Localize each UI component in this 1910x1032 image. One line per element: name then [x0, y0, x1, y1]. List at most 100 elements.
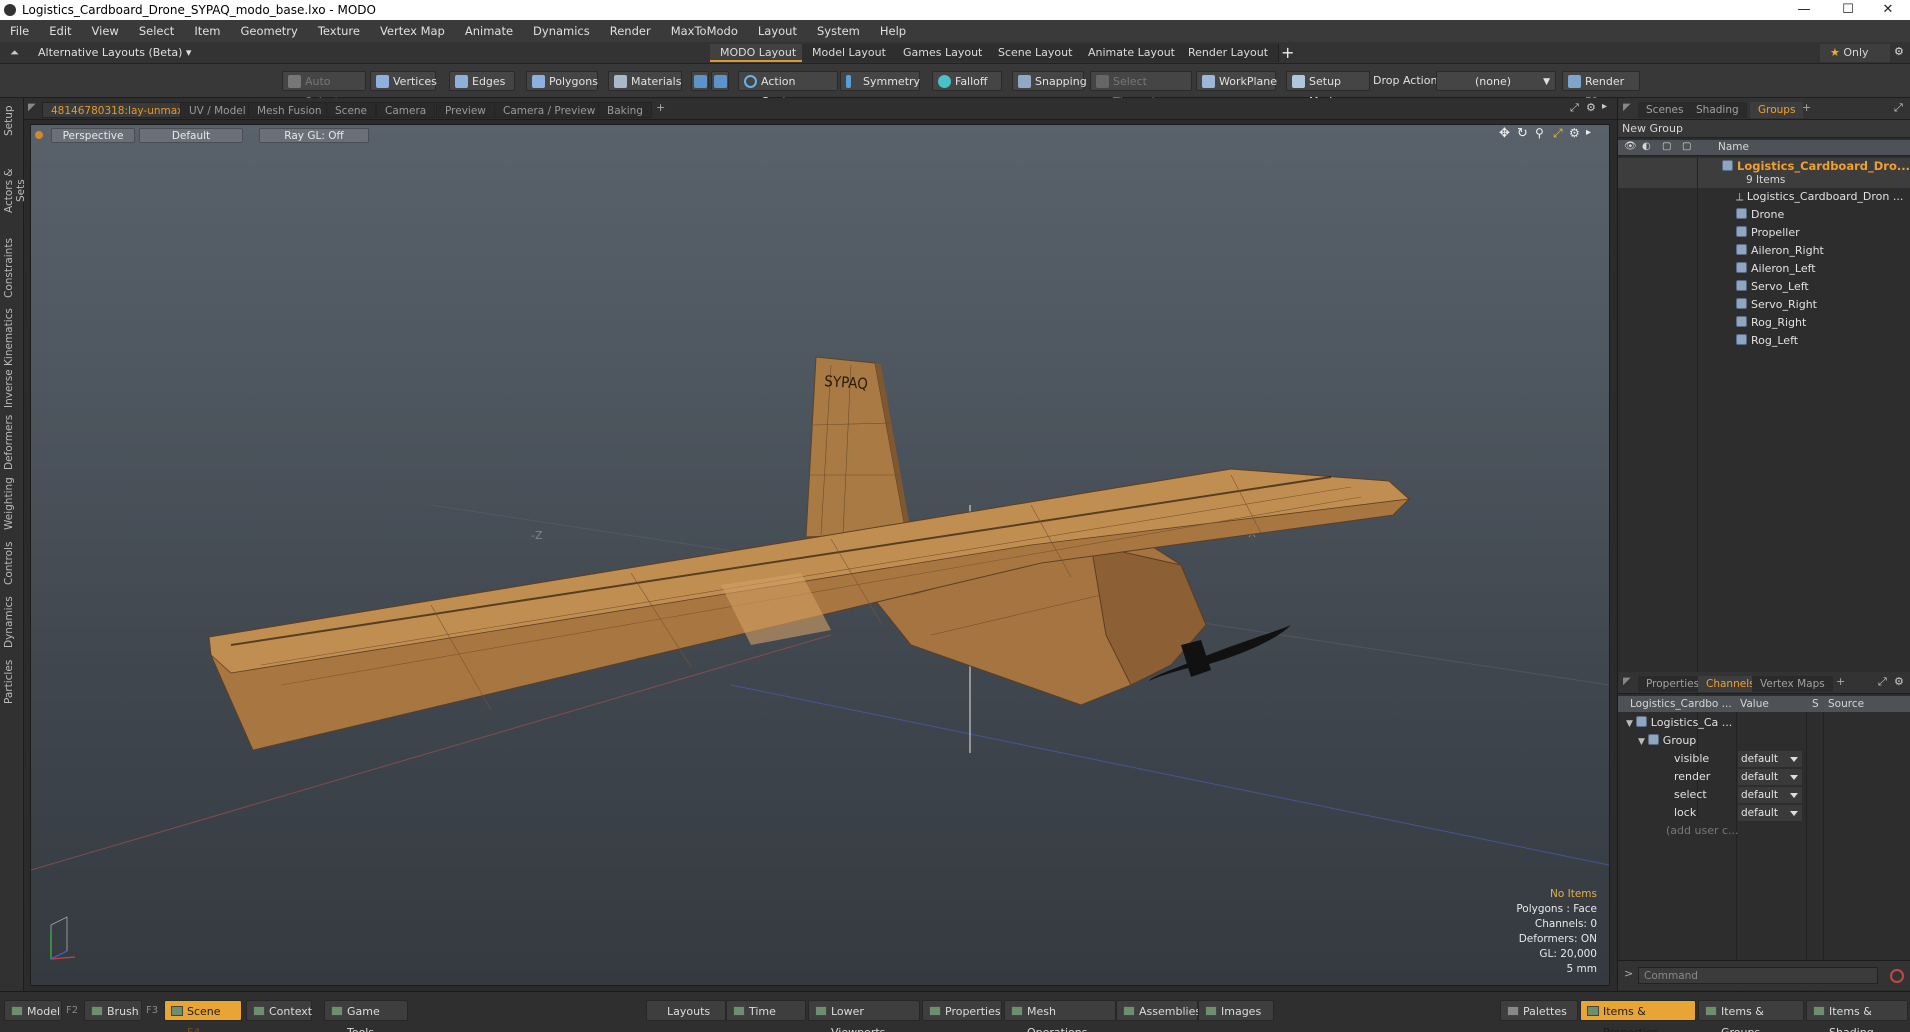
tab-particles[interactable]: Particles — [3, 656, 21, 708]
collapse-icon[interactable]: ⏶ — [10, 46, 19, 60]
add-panel-tab-button[interactable]: + — [1836, 675, 1845, 688]
tab-controls[interactable]: Controls — [3, 538, 21, 588]
setup-mode-button[interactable]: Setup Mode — [1286, 71, 1370, 108]
action-center-button[interactable]: Action Center — [738, 71, 838, 108]
select-header-icon[interactable]: ▢ — [1682, 141, 1691, 152]
visibility-header-icon[interactable]: 👁 — [1624, 141, 1637, 152]
tab-scenes[interactable]: Scenes — [1638, 102, 1692, 118]
channel-row-render[interactable]: render default — [1618, 768, 1910, 786]
mesh-operations-button[interactable]: Mesh Operations — [1004, 1000, 1116, 1032]
viewport-gear-icon[interactable]: ⚙ — [1586, 101, 1596, 114]
gear-icon[interactable]: ⚙ — [1894, 45, 1904, 58]
panel-gear-icon[interactable]: ⚙ — [1894, 675, 1904, 688]
menu-help[interactable]: Help — [870, 20, 916, 42]
menu-item[interactable]: Item — [184, 20, 230, 42]
game-tools-button[interactable]: Game Tools — [324, 1000, 408, 1032]
tab-actors-sets[interactable]: Actors & Sets — [3, 156, 27, 226]
images-button[interactable]: Images — [1198, 1000, 1274, 1021]
panel-expand-icon[interactable]: ⤢ — [1878, 675, 1887, 689]
lock-value-select[interactable]: default — [1738, 805, 1802, 821]
assemblies-button[interactable]: Assemblies — [1116, 1000, 1201, 1021]
tab-baking[interactable]: Baking — [598, 102, 652, 118]
viewport-arrow-icon[interactable]: ▸ — [1602, 101, 1607, 112]
add-layout-button[interactable]: + — [1281, 43, 1294, 62]
render-value-select[interactable]: default — [1738, 769, 1802, 785]
layouts-button[interactable]: Layouts — [646, 1000, 726, 1021]
tab-groups[interactable]: Groups — [1750, 102, 1804, 118]
panel-menu-icon[interactable]: ◤ — [1623, 676, 1631, 687]
tab-properties[interactable]: Properties — [1638, 676, 1708, 692]
properties-button[interactable]: Properties — [922, 1000, 1002, 1021]
tab-weighting[interactable]: Weighting — [3, 476, 21, 532]
brush-button[interactable]: Brush — [84, 1000, 142, 1021]
menu-edit[interactable]: Edit — [39, 20, 81, 42]
new-group-button[interactable]: New Group — [1618, 120, 1910, 138]
auto-select-button[interactable]: Auto Select — [282, 71, 366, 108]
menu-select[interactable]: Select — [129, 20, 184, 42]
channel-row-select[interactable]: select default — [1618, 786, 1910, 804]
select-value-select[interactable]: default — [1738, 787, 1802, 803]
menu-dynamics[interactable]: Dynamics — [523, 20, 600, 42]
list-item[interactable]: Servo_Right — [1618, 296, 1910, 314]
command-input[interactable]: Command — [1638, 967, 1878, 984]
falloff-button[interactable]: Falloff — [932, 71, 1002, 91]
edges-button[interactable]: Edges — [449, 71, 515, 91]
list-item[interactable]: Servo_Left — [1618, 278, 1910, 296]
drop-action-select[interactable]: (none) ▼ — [1436, 71, 1556, 91]
channel-group-row[interactable]: ▼ Group — [1618, 732, 1910, 750]
menu-geometry[interactable]: Geometry — [231, 20, 308, 42]
tab-inverse-kinematics[interactable]: Inverse Kinematics — [3, 308, 21, 408]
tab-uv-model[interactable]: UV / Model — [180, 102, 255, 118]
scene-button[interactable]: Scene F4 — [164, 1000, 242, 1032]
visible-value-select[interactable]: default — [1738, 751, 1802, 767]
items-properties-button[interactable]: Items & Properties — [1580, 1000, 1696, 1032]
vertices-button[interactable]: Vertices — [370, 71, 437, 91]
list-item[interactable]: Propeller — [1618, 224, 1910, 242]
menu-texture[interactable]: Texture — [308, 20, 370, 42]
materials-button[interactable]: Materials — [608, 71, 682, 91]
3d-viewport[interactable]: Perspective Default Ray GL: Off ✥ ↻ ⚲ ⤢ … — [30, 124, 1610, 986]
workplane-button[interactable]: WorkPlane — [1196, 71, 1277, 91]
tab-constraints[interactable]: Constraints — [3, 238, 21, 298]
panel-menu-icon[interactable]: ◤ — [28, 102, 36, 113]
render-button[interactable]: Render F9 — [1562, 71, 1640, 108]
close-button[interactable]: ✕ — [1866, 0, 1910, 20]
tab-preview[interactable]: Preview — [436, 102, 495, 118]
tab-modo-layout[interactable]: MODO Layout — [710, 44, 808, 62]
menu-animate[interactable]: Animate — [455, 20, 523, 42]
panel-menu-icon[interactable]: ◤ — [1623, 102, 1631, 113]
tab-games-layout[interactable]: Games Layout — [893, 44, 994, 62]
context-button[interactable]: Context — [246, 1000, 312, 1021]
list-item[interactable]: Aileron_Right — [1618, 242, 1910, 260]
time-button[interactable]: Time — [726, 1000, 806, 1021]
minimize-button[interactable]: — — [1782, 0, 1826, 20]
menu-view[interactable]: View — [82, 20, 129, 42]
pivot-mode-button[interactable] — [711, 71, 729, 91]
channel-row-visible[interactable]: visible default — [1618, 750, 1910, 768]
panel-expand-icon[interactable]: ⤢ — [1894, 101, 1903, 115]
list-item[interactable]: Drone — [1618, 206, 1910, 224]
tab-render-layout[interactable]: Render Layout — [1178, 44, 1280, 62]
list-item[interactable]: Rog_Left — [1618, 332, 1910, 350]
alternative-layouts-dropdown[interactable]: Alternative Layouts (Beta) ▾ — [38, 46, 191, 59]
list-item[interactable]: Rog_Right — [1618, 314, 1910, 332]
palettes-button[interactable]: Palettes — [1500, 1000, 1578, 1021]
tab-scene-layout[interactable]: Scene Layout — [988, 44, 1084, 62]
maximize-button[interactable]: ☐ — [1826, 0, 1870, 20]
item-mode-button[interactable] — [691, 71, 709, 91]
menu-layout[interactable]: Layout — [748, 20, 807, 42]
tab-camera[interactable]: Camera — [376, 102, 436, 118]
tab-deformers[interactable]: Deformers — [3, 414, 21, 470]
tab-animate-layout[interactable]: Animate Layout — [1078, 44, 1186, 62]
menu-file[interactable]: File — [0, 20, 39, 42]
model-button[interactable]: Model — [4, 1000, 62, 1021]
list-item[interactable]: ⟂ Logistics_Cardboard_Dron ... — [1618, 188, 1910, 206]
tab-mesh-fusion[interactable]: Mesh Fusion — [248, 102, 331, 118]
tab-scene[interactable]: Scene — [326, 102, 377, 118]
menu-render[interactable]: Render — [600, 20, 661, 42]
list-item[interactable]: Aileron_Left — [1618, 260, 1910, 278]
select-through-button[interactable]: Select Through — [1090, 71, 1192, 108]
expand-icon[interactable]: ▼ — [1638, 737, 1648, 747]
menu-system[interactable]: System — [807, 20, 870, 42]
record-icon[interactable] — [1890, 969, 1904, 983]
